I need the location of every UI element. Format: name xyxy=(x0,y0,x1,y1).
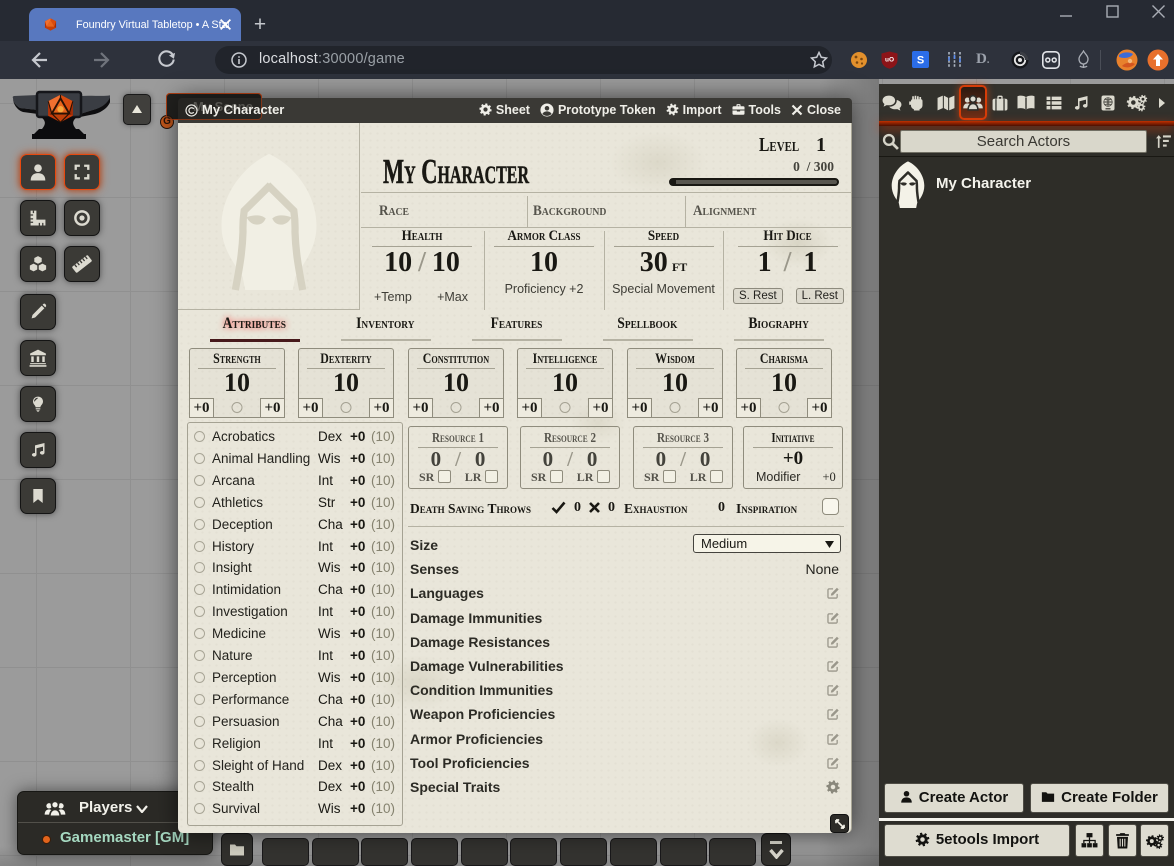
svg-text:uO: uO xyxy=(885,57,894,64)
svg-text:S: S xyxy=(917,55,924,67)
